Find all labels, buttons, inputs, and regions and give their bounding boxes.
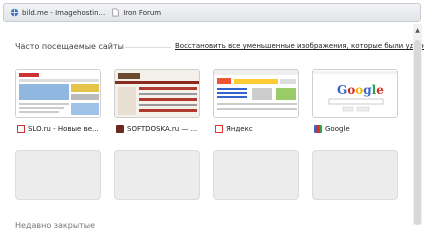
bookmarks-bar: bild.me - Imagehostin... Iron Forum bbox=[3, 3, 421, 22]
bookmark-iron-forum[interactable]: Iron Forum bbox=[111, 8, 161, 17]
tile-thumbnail-slo[interactable] bbox=[15, 69, 101, 118]
tile-caption-google[interactable]: Google bbox=[314, 125, 350, 133]
scroll-up-icon[interactable]: ▲ bbox=[413, 26, 422, 35]
globe-icon bbox=[10, 8, 19, 17]
tile-thumbnail-google[interactable]: Google bbox=[312, 69, 398, 118]
tile-title: Яндекс bbox=[226, 125, 253, 133]
new-tab-page: Часто посещаемые сайты Восстановить все … bbox=[0, 24, 424, 230]
slo-favicon bbox=[17, 125, 25, 133]
page-icon bbox=[112, 8, 119, 17]
most-visited-title: Часто посещаемые сайты bbox=[15, 42, 124, 51]
tile-thumbnail-yandex[interactable] bbox=[213, 69, 299, 118]
empty-tile bbox=[114, 150, 200, 200]
google-favicon bbox=[314, 125, 322, 133]
empty-tile bbox=[213, 150, 299, 200]
site-preview: Google bbox=[313, 70, 397, 117]
empty-tile bbox=[15, 150, 101, 200]
tile-title: Google bbox=[325, 125, 350, 133]
google-logo: Google bbox=[337, 83, 384, 97]
yandex-favicon bbox=[215, 125, 223, 133]
restore-thumbnails-link[interactable]: Восстановить все уменьшенные изображения… bbox=[175, 42, 424, 50]
recently-closed-title: Недавно закрытые bbox=[15, 221, 96, 230]
tile-title: SOFTDOSKA.ru — ... bbox=[127, 125, 198, 133]
bookmark-label: Iron Forum bbox=[123, 8, 162, 17]
tile-caption-yandex[interactable]: Яндекс bbox=[215, 125, 253, 133]
site-preview bbox=[115, 70, 199, 117]
tile-caption-slo[interactable]: SLO.ru - Новые ве... bbox=[17, 125, 99, 133]
site-preview bbox=[214, 70, 298, 117]
bookmark-label: bild.me - Imagehostin... bbox=[22, 8, 106, 17]
tile-caption-softdoska[interactable]: SOFTDOSKA.ru — ... bbox=[116, 125, 197, 133]
scrollbar-thumb[interactable] bbox=[414, 40, 421, 225]
divider bbox=[125, 47, 171, 48]
softdoska-favicon bbox=[116, 125, 124, 133]
site-preview bbox=[16, 70, 100, 117]
bookmark-bild-me[interactable]: bild.me - Imagehostin... bbox=[10, 8, 105, 17]
tile-thumbnail-softdoska[interactable] bbox=[114, 69, 200, 118]
empty-tile bbox=[312, 150, 398, 200]
tile-title: SLO.ru - Новые ве... bbox=[28, 125, 99, 133]
